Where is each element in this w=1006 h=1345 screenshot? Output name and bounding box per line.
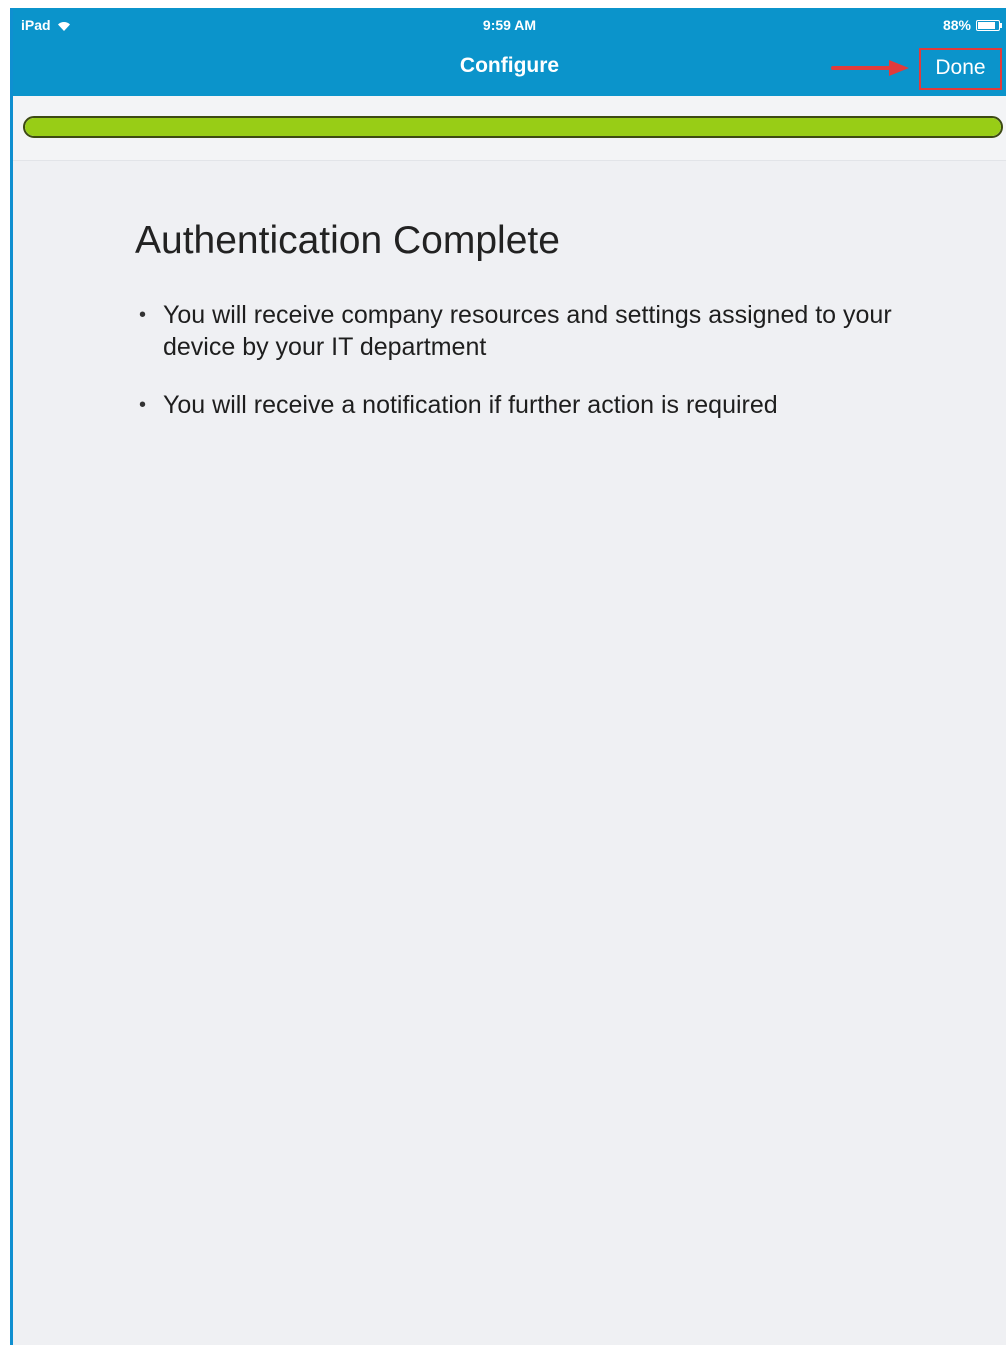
battery-icon xyxy=(976,19,1002,31)
done-button[interactable]: Done xyxy=(919,48,1002,90)
progress-fill xyxy=(25,118,1001,136)
list-item-text: You will receive company resources and s… xyxy=(163,300,892,361)
progress-area xyxy=(13,96,1006,161)
device-screen: iPad 9:59 AM 88% Configure Done Authenti… xyxy=(10,8,1006,1345)
battery-percent: 88% xyxy=(942,17,971,33)
top-bar: iPad 9:59 AM 88% Configure Done xyxy=(13,8,1006,96)
progress-bar xyxy=(23,116,1003,138)
page-heading: Authentication Complete xyxy=(135,219,560,262)
main-content: Authentication Complete • You will recei… xyxy=(135,219,955,447)
status-bar-right: 88% xyxy=(943,17,1002,33)
info-list: • You will receive company resources and… xyxy=(135,299,955,421)
list-item: • You will receive a notification if fur… xyxy=(135,389,955,421)
bullet-icon: • xyxy=(139,393,147,416)
annotation-arrow-icon xyxy=(831,60,909,76)
list-item: • You will receive company resources and… xyxy=(135,299,955,363)
bullet-icon: • xyxy=(139,303,147,326)
status-time: 9:59 AM xyxy=(482,17,537,33)
list-item-text: You will receive a notification if furth… xyxy=(163,390,778,419)
